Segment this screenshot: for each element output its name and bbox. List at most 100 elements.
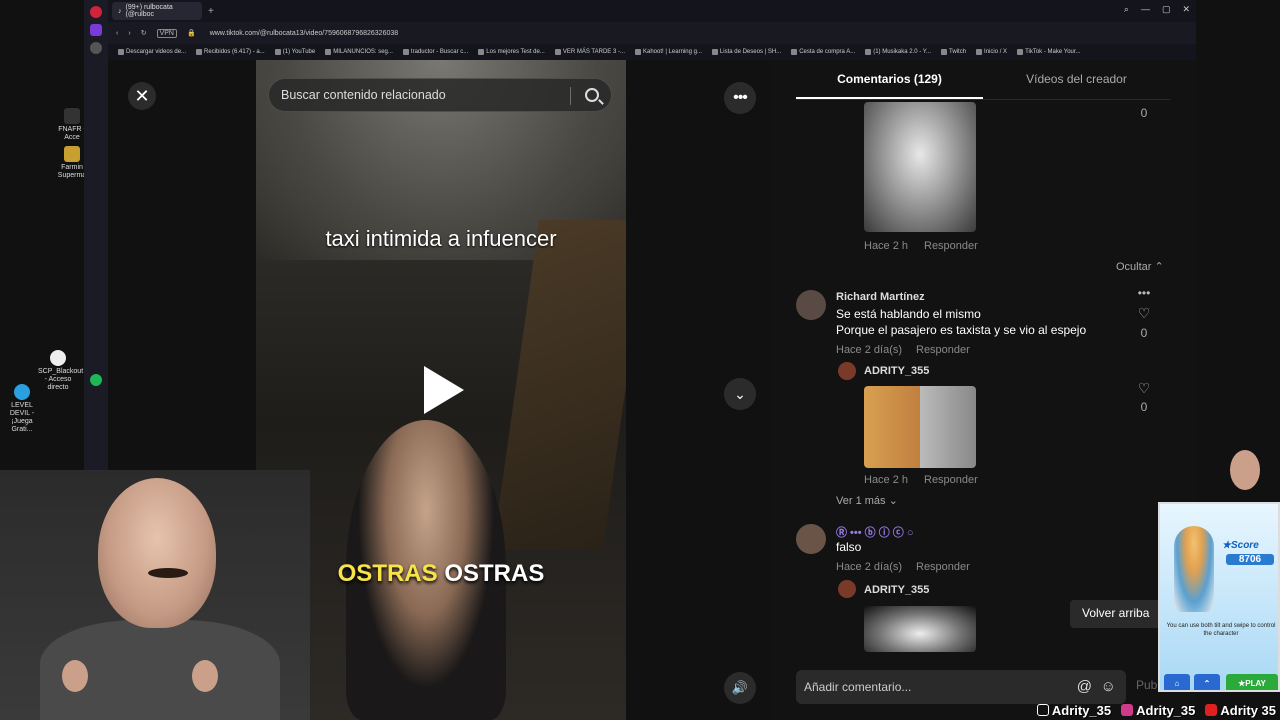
see-more-replies-button[interactable]: Ver 1 más ⌄: [836, 494, 898, 507]
tab-comments[interactable]: Comentarios (129): [796, 72, 983, 99]
tiktok-icon: ♪: [118, 7, 122, 15]
close-window-button[interactable]: ✕: [1182, 4, 1190, 15]
more-options-icon[interactable]: •••: [724, 82, 756, 114]
pin-icon[interactable]: [90, 42, 102, 54]
avatar[interactable]: [796, 290, 826, 320]
youtube-icon: [1205, 704, 1218, 716]
avatar[interactable]: [796, 524, 826, 554]
avatar[interactable]: [838, 580, 856, 598]
browser-tab[interactable]: ♪ (99+) rulbocata (@rulboc: [112, 2, 202, 20]
video-caption-bottom: OSTRAS OSTRAS: [337, 560, 545, 587]
bookmarks-bar: Descargar videos de... Recibidos (6.417)…: [108, 44, 1196, 60]
app-icon: [64, 146, 80, 162]
search-icon[interactable]: [585, 88, 599, 102]
desktop-icon-scp[interactable]: SCP_Blackout - Acceso directo: [38, 350, 83, 392]
bookmark[interactable]: Kahoot! | Learning g...: [634, 49, 702, 55]
youtube-handle: Adrity 35: [1205, 703, 1276, 718]
add-comment-input[interactable]: Añadir comentario... @ ☺: [796, 670, 1126, 704]
reply-button[interactable]: Responder: [924, 240, 978, 252]
heart-icon[interactable]: ♡: [1134, 380, 1154, 397]
webcam-mustache: [148, 568, 188, 578]
desktop-icon-level-devil[interactable]: LEVEL DEVIL - ¡Juega Grati...: [2, 384, 42, 434]
back-to-top-button[interactable]: Volver arriba: [1070, 600, 1162, 628]
tab-bar: ♪ (99+) rulbocata (@rulboc + ⌕ — ▢ ✕: [108, 0, 1196, 22]
unreal-icon: [50, 350, 66, 366]
bookmark[interactable]: Descargar videos de...: [118, 49, 186, 55]
reply-author[interactable]: ADRITY_355: [864, 584, 929, 596]
instagram-icon: [1121, 704, 1134, 716]
url-field[interactable]: www.tiktok.com/@rulbocata13/video/759606…: [210, 30, 398, 37]
play-icon[interactable]: [424, 366, 464, 414]
webcam-overlay: [0, 470, 310, 720]
comment-time: Hace 2 día(s): [836, 344, 903, 356]
related-search-input[interactable]: Buscar contenido relacionado: [268, 78, 612, 112]
heart-icon[interactable]: ♡: [1134, 305, 1154, 322]
home-icon[interactable]: [90, 24, 102, 36]
game-ad-overlay[interactable]: ★Score 8706 You can use both tilt and sw…: [1158, 502, 1280, 692]
rank-button[interactable]: ⌃: [1194, 674, 1220, 690]
reply-time: Hace 2 h: [864, 474, 909, 486]
lock-icon: 🔒: [186, 30, 196, 37]
bookmark[interactable]: VER MÁS TARDE 3 -...: [554, 49, 625, 55]
bookmark[interactable]: (1) YouTube: [274, 49, 315, 55]
comment-author[interactable]: Richard Martínez: [836, 291, 925, 303]
like-count: 0: [1140, 400, 1148, 414]
reply-author[interactable]: ADRITY_355: [864, 365, 929, 377]
comment-author-emoji-name[interactable]: Ⓡ ••• ⓑ ⓘ ⓒ ○: [836, 524, 913, 540]
app-icon: [64, 108, 80, 124]
social-handles: Adrity_35 Adrity_35 Adrity 35: [1036, 700, 1280, 720]
reply-button[interactable]: Responder: [916, 344, 970, 356]
maximize-button[interactable]: ▢: [1162, 4, 1171, 15]
bookmark[interactable]: Los mejores Test de...: [478, 49, 545, 55]
bookmark[interactable]: Cesta de compra A...: [791, 49, 855, 55]
bookmark[interactable]: TikTok - Make Your...: [1017, 49, 1081, 55]
back-icon[interactable]: ‹: [116, 30, 118, 37]
reply-image[interactable]: [864, 606, 976, 652]
comment-text: Se está hablando el mismo: [836, 307, 981, 321]
lion-image[interactable]: [864, 386, 976, 468]
bookmark[interactable]: Lista de Deseos | SH...: [711, 49, 781, 55]
mini-head: [62, 660, 88, 692]
game-character: [1174, 526, 1214, 612]
bookmark[interactable]: traductor - Buscar c...: [402, 49, 468, 55]
chevron-down-icon: ⌄: [888, 495, 898, 507]
emoji-icon[interactable]: ☺: [1101, 678, 1116, 695]
avatar[interactable]: [838, 362, 856, 380]
reply-button[interactable]: Responder: [924, 474, 978, 486]
chevron-up-icon: ⌃: [1154, 261, 1164, 273]
edge-icon: [14, 384, 30, 400]
play-button[interactable]: ★ PLAY: [1226, 674, 1278, 690]
einstein-image[interactable]: [864, 102, 976, 232]
comments-panel: Comentarios (129) Vídeos del creador 0 H…: [770, 60, 1196, 720]
reply-button[interactable]: Responder: [916, 561, 970, 573]
bookmark[interactable]: Recibidos (6.417) - a...: [196, 49, 265, 55]
vpn-badge[interactable]: VPN: [156, 28, 177, 38]
tab-creator-videos[interactable]: Vídeos del creador: [983, 72, 1170, 99]
close-icon[interactable]: ✕: [128, 82, 156, 110]
mini-head: [192, 660, 218, 692]
comment-text: falso: [836, 540, 862, 554]
volume-icon[interactable]: 🔊: [724, 672, 756, 704]
address-bar: ‹ › ↻ VPN 🔒 www.tiktok.com/@rulbocata13/…: [108, 22, 1196, 44]
video-caption-top: taxi intimida a infuencer: [325, 226, 557, 251]
opera-icon[interactable]: [90, 6, 102, 18]
score-value: 8706: [1226, 554, 1274, 565]
bookmark[interactable]: (1) Musikaka 2.0 - Y...: [865, 49, 931, 55]
more-options-icon[interactable]: •••: [1134, 286, 1154, 300]
bookmark[interactable]: Inicio / X: [976, 49, 1007, 55]
reload-icon[interactable]: ↻: [141, 29, 147, 37]
tiktok-handle: Adrity_35: [1036, 703, 1111, 718]
spotify-icon[interactable]: [90, 374, 102, 386]
bookmark[interactable]: MILANUNCIOS: seg...: [325, 49, 393, 55]
home-button[interactable]: ⌂: [1164, 674, 1190, 690]
like-count: 0: [1140, 326, 1148, 340]
hide-replies-button[interactable]: Ocultar ⌃: [1116, 260, 1164, 273]
video-frame-window: [492, 220, 626, 550]
search-icon[interactable]: ⌕: [1124, 4, 1129, 15]
forward-icon[interactable]: ›: [128, 30, 130, 37]
chevron-down-icon[interactable]: ⌄: [724, 378, 756, 410]
mention-icon[interactable]: @: [1077, 678, 1092, 695]
minimize-button[interactable]: —: [1141, 4, 1150, 15]
bookmark[interactable]: Twitch: [941, 49, 966, 55]
new-tab-button[interactable]: +: [208, 6, 214, 17]
